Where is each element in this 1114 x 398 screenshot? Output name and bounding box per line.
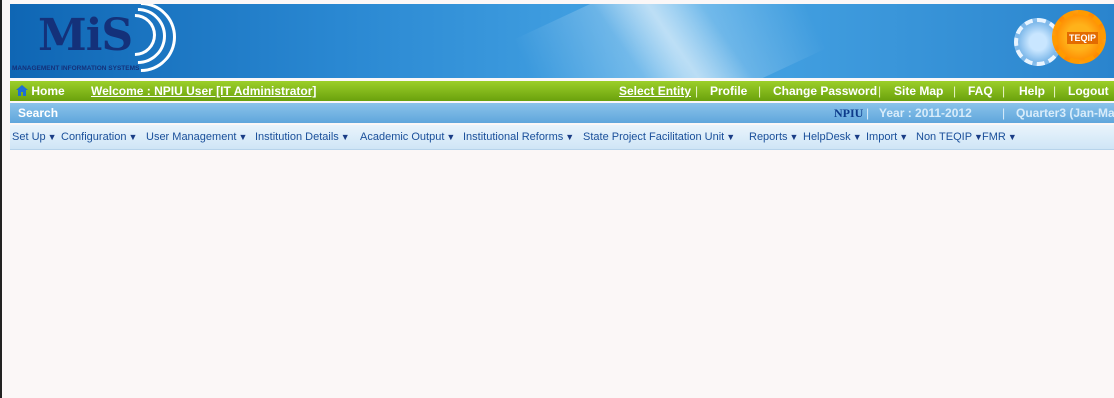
nav-divider: |: [695, 84, 699, 98]
teqip-logo: TEQIP: [1052, 10, 1106, 64]
menu-label: Configuration: [61, 131, 127, 143]
menu-label: Academic Output: [360, 131, 445, 143]
menu-import[interactable]: Import ▼: [866, 131, 908, 143]
help-link[interactable]: Help: [1019, 84, 1045, 98]
menu-helpdesk[interactable]: HelpDesk ▼: [803, 131, 862, 143]
nav-divider: |: [878, 84, 882, 98]
menu-label: State Project Facilitation Unit: [583, 131, 725, 143]
home-link[interactable]: Home: [16, 84, 65, 98]
dropdown-arrow-icon: ▼: [340, 132, 350, 142]
top-navbar: Home Welcome : NPIU User [IT Administrat…: [10, 81, 1114, 101]
nav-divider: |: [953, 84, 957, 98]
info-divider: |: [866, 106, 870, 120]
home-label: Home: [31, 84, 65, 98]
menu-label: HelpDesk: [803, 131, 851, 143]
faq-link[interactable]: FAQ: [968, 84, 993, 98]
select-entity-link[interactable]: Select Entity: [619, 84, 691, 98]
menu-institutional-reforms[interactable]: Institutional Reforms ▼: [463, 131, 574, 143]
site-map-link[interactable]: Site Map: [894, 84, 943, 98]
menu-label: Institutional Reforms: [463, 131, 564, 143]
entity-label: NPIU: [834, 106, 864, 120]
menu-label: Institution Details: [255, 131, 339, 143]
menu-user-management[interactable]: User Management ▼: [146, 131, 247, 143]
quarter-label: Quarter3 (Jan-Mar): [1016, 106, 1114, 120]
nav-divider: |: [758, 84, 762, 98]
dropdown-arrow-icon: ▼: [446, 132, 456, 142]
dropdown-arrow-icon: ▼: [128, 132, 138, 142]
welcome-link[interactable]: Welcome : NPIU User [IT Administrator]: [91, 84, 316, 98]
menu-spfu[interactable]: State Project Facilitation Unit ▼: [583, 131, 735, 143]
dropdown-arrow-icon: ▼: [565, 132, 575, 142]
dropdown-arrow-icon: ▼: [899, 132, 909, 142]
dropdown-arrow-icon: ▼: [852, 132, 862, 142]
logout-link[interactable]: Logout: [1068, 84, 1109, 98]
home-icon: [16, 85, 28, 96]
menu-configuration[interactable]: Configuration ▼: [61, 131, 137, 143]
menu-label: FMR: [982, 131, 1006, 143]
dropdown-arrow-icon: ▼: [726, 132, 736, 142]
dropdown-arrow-icon: ▼: [47, 132, 57, 142]
menu-label: Import: [866, 131, 898, 143]
profile-link[interactable]: Profile: [710, 84, 747, 98]
menu-academic-output[interactable]: Academic Output ▼: [360, 131, 455, 143]
header-banner: MiS MANAGEMENT INFORMATION SYSTEMS TEQIP: [10, 4, 1114, 78]
menu-fmr[interactable]: FMR ▼: [982, 131, 1017, 143]
dropdown-arrow-icon: ▼: [789, 132, 799, 142]
teqip-text: TEQIP: [1067, 32, 1099, 44]
nav-divider: |: [1002, 84, 1006, 98]
content-area: [10, 150, 1114, 398]
year-label: Year : 2011-2012: [879, 106, 972, 120]
menu-reports[interactable]: Reports ▼: [749, 131, 798, 143]
menu-label: Reports: [749, 131, 788, 143]
nav-divider: |: [1053, 84, 1057, 98]
change-password-link[interactable]: Change Password: [773, 84, 877, 98]
mis-logo[interactable]: MiS MANAGEMENT INFORMATION SYSTEMS: [10, 4, 191, 78]
logo-subtitle: MANAGEMENT INFORMATION SYSTEMS: [12, 65, 140, 72]
info-divider: |: [1002, 106, 1006, 120]
menu-label: User Management: [146, 131, 237, 143]
info-bar: Search NPIU | Year : 2011-2012 | Quarter…: [10, 103, 1114, 123]
menu-label: Set Up: [12, 131, 46, 143]
dropdown-arrow-icon: ▼: [1007, 132, 1017, 142]
page-frame: MiS MANAGEMENT INFORMATION SYSTEMS TEQIP…: [0, 0, 1114, 398]
menu-label: Non TEQIP: [916, 131, 973, 143]
menu-institution-details[interactable]: Institution Details ▼: [255, 131, 350, 143]
dropdown-arrow-icon: ▼: [238, 132, 248, 142]
search-link[interactable]: Search: [18, 106, 58, 120]
menu-setup[interactable]: Set Up ▼: [12, 131, 57, 143]
menu-non-teqip[interactable]: Non TEQIP ▼: [916, 131, 983, 143]
main-menu: Set Up ▼ Configuration ▼ User Management ▼ …: [10, 125, 1114, 150]
